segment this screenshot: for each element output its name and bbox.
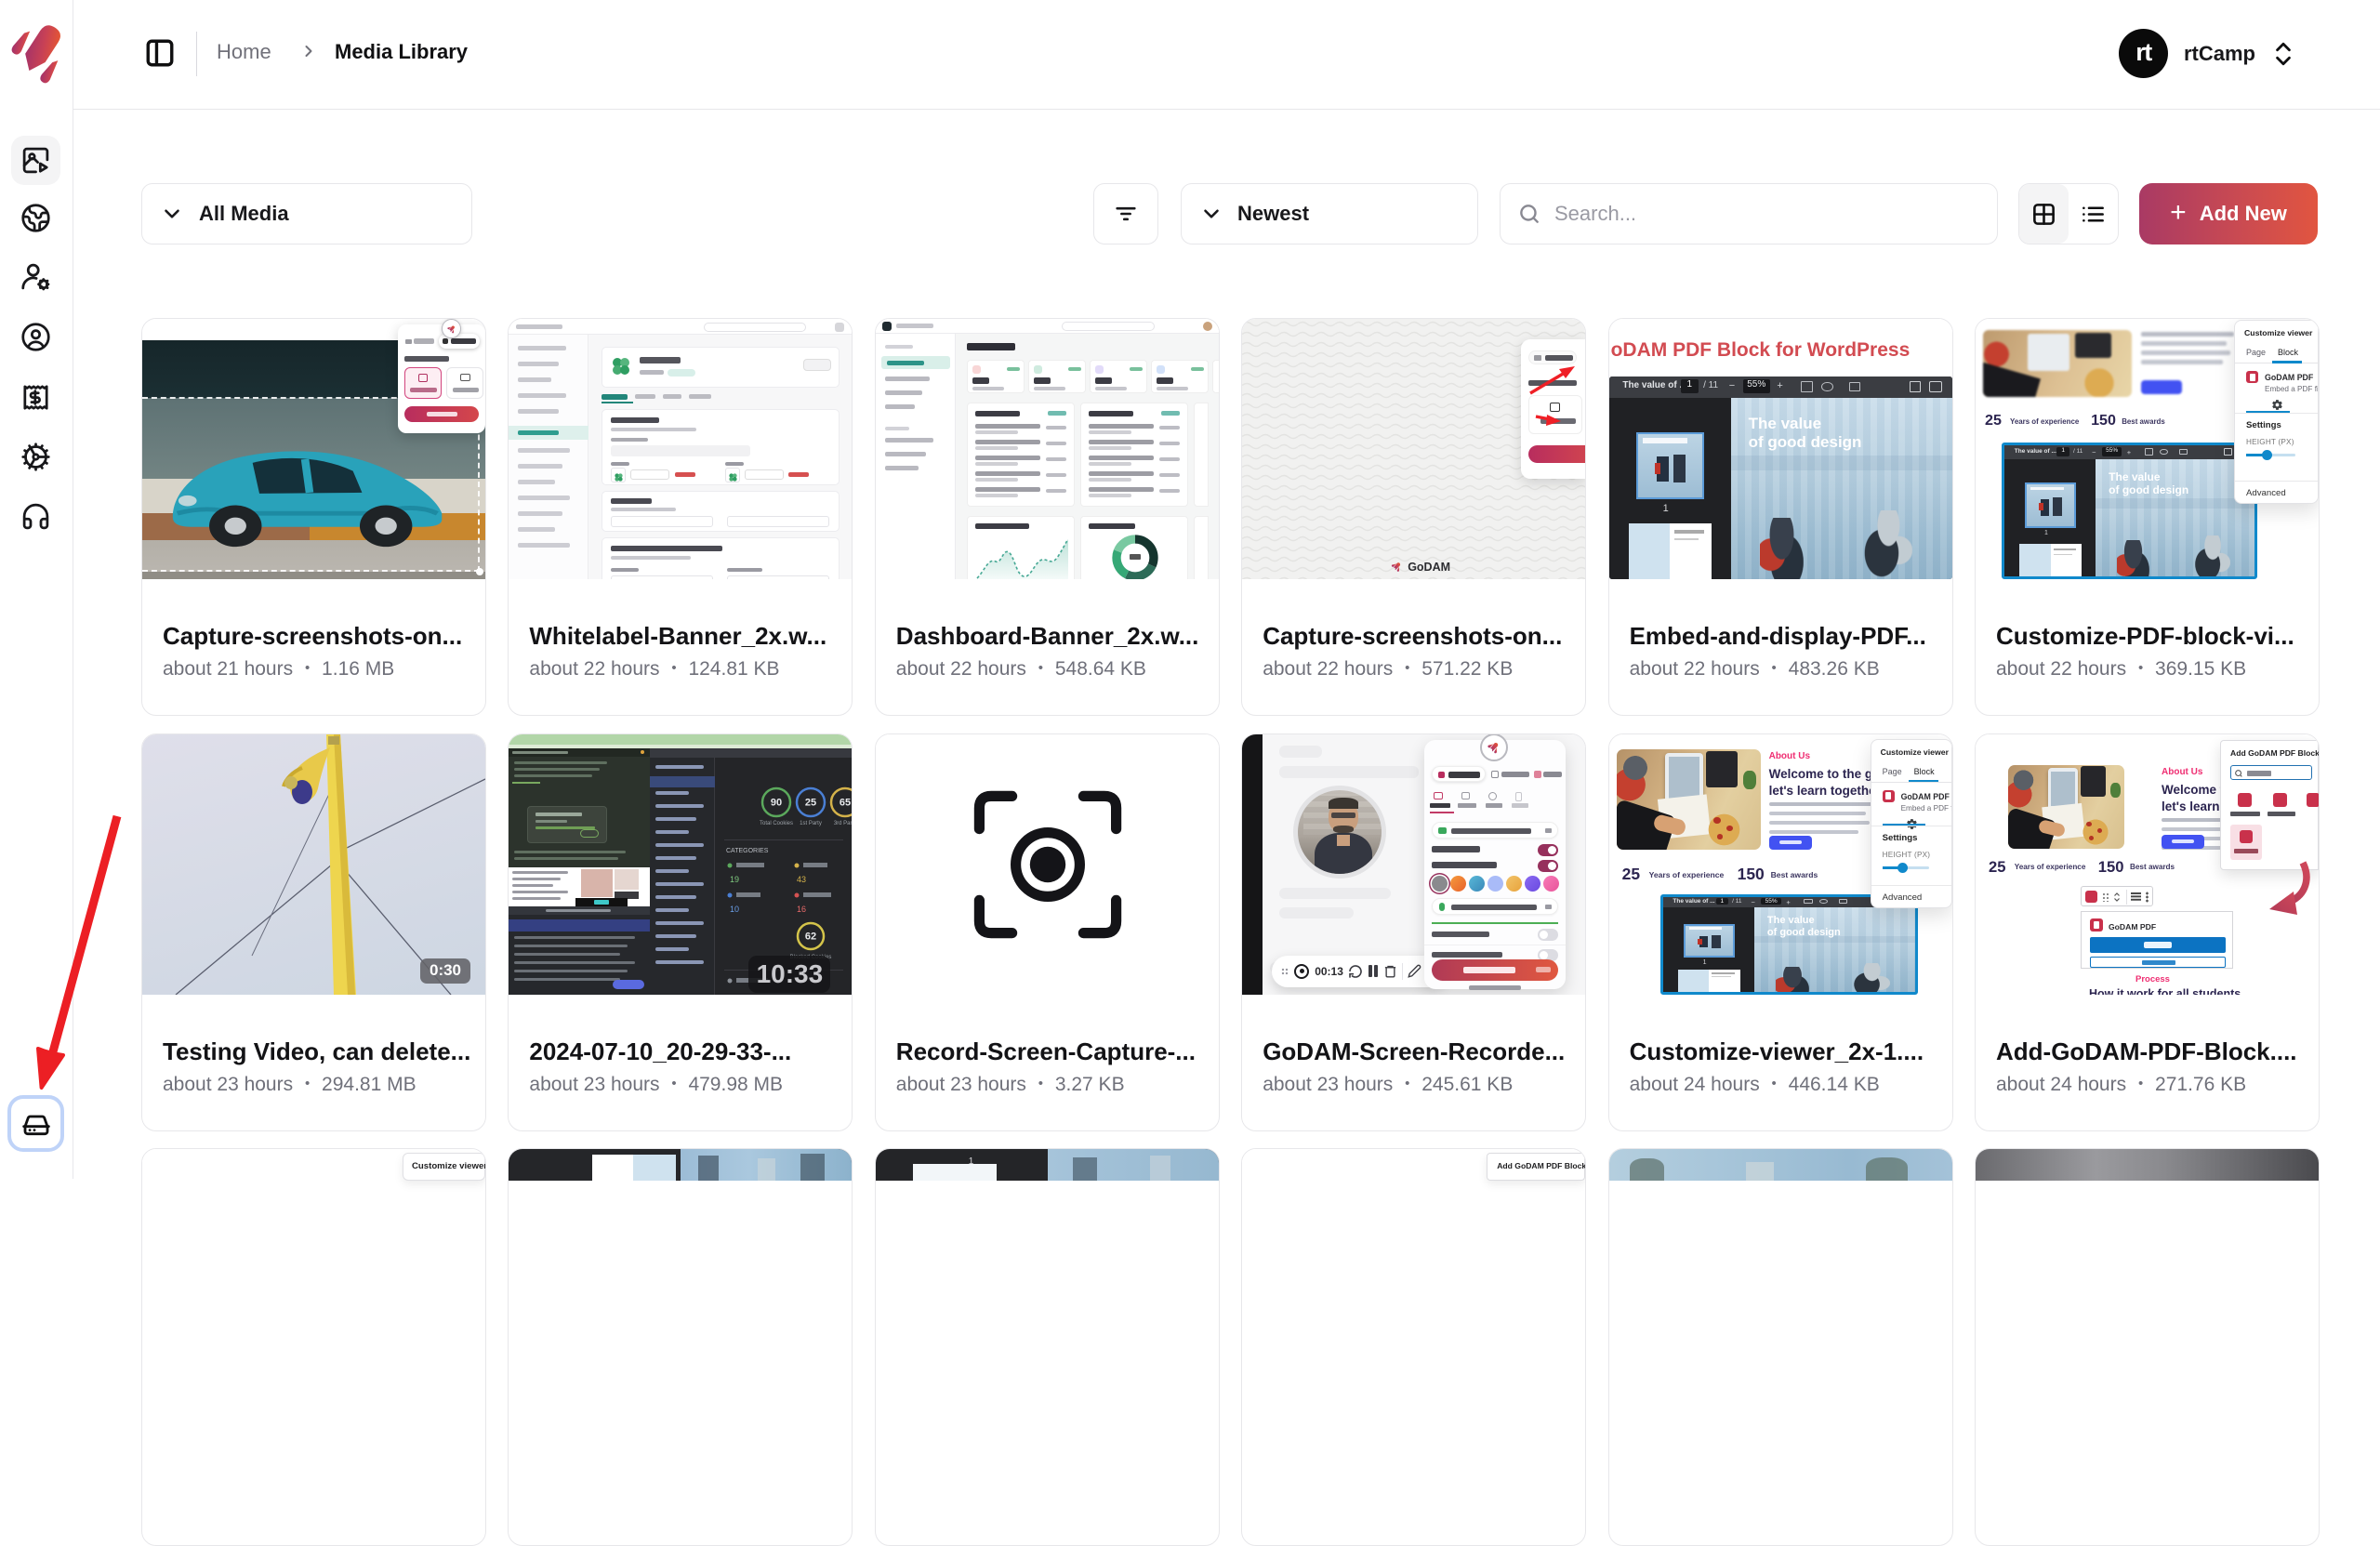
svg-text:1st Party: 1st Party [800, 821, 823, 826]
svg-text:10: 10 [730, 905, 739, 914]
svg-text:43: 43 [797, 875, 806, 884]
svg-text:19: 19 [730, 875, 739, 884]
svg-text:90: 90 [771, 797, 782, 808]
svg-text:62: 62 [805, 931, 816, 942]
svg-text:65: 65 [840, 797, 851, 808]
svg-text:CATEGORIES: CATEGORIES [726, 848, 769, 854]
svg-text:Total Cookies: Total Cookies [760, 821, 793, 826]
svg-text:25: 25 [805, 797, 816, 808]
svg-text:3rd Party: 3rd Party [834, 821, 852, 826]
svg-text:16: 16 [797, 905, 806, 914]
